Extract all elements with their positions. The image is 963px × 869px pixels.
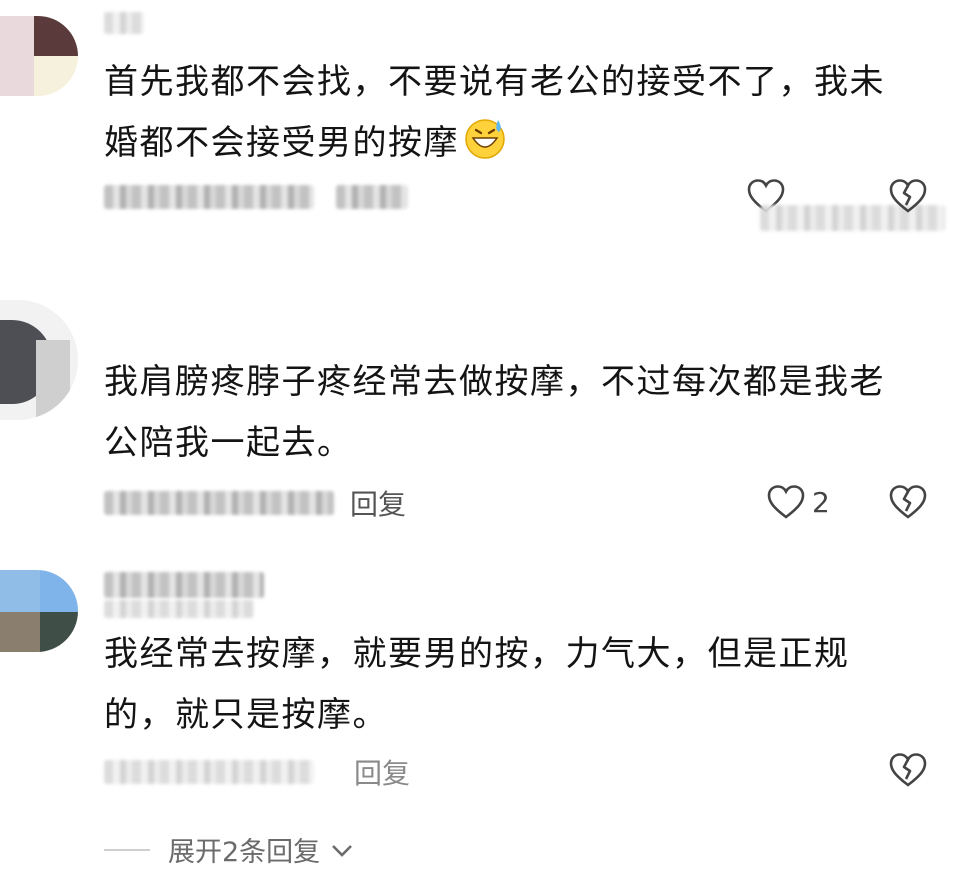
divider-line — [104, 848, 150, 851]
expand-replies-button[interactable]: 展开2条回复 — [104, 830, 356, 869]
broken-heart-icon — [889, 485, 927, 519]
dislike-button[interactable] — [888, 752, 928, 788]
comment-meta: 回复 — [104, 483, 406, 523]
avatar[interactable] — [0, 16, 78, 96]
reply-link[interactable]: 回复 — [354, 752, 410, 792]
reply-link[interactable] — [336, 185, 408, 209]
comment-text: 我经常去按摩，就要男的按，力气大，但是正规的，就只是按摩。 — [104, 634, 850, 735]
comment-text: 首先我都不会找，不要说有老公的接受不了，我未婚都不会接受男的按摩 — [104, 52, 919, 174]
grinning-sweat-face-icon — [463, 116, 507, 160]
expand-replies-label: 展开2条回复 — [168, 837, 321, 868]
username[interactable] — [104, 12, 144, 42]
comment-item: 我经常去按摩，就要男的按，力气大，但是正规的，就只是按摩。 回复 — [0, 562, 963, 802]
comment-text: 我肩膀疼脖子疼经常去做按摩，不过每次都是我老公陪我一起去。 — [104, 362, 885, 463]
reply-link[interactable]: 回复 — [350, 483, 406, 523]
chevron-down-icon — [332, 844, 353, 857]
avatar[interactable] — [0, 300, 78, 420]
comment-item: 首先我都不会找，不要说有老公的接受不了，我未婚都不会接受男的按摩 — [0, 0, 963, 260]
broken-heart-icon — [889, 753, 927, 787]
timestamp-location — [104, 760, 314, 784]
timestamp-location — [104, 491, 334, 515]
like-button[interactable]: 2 — [766, 484, 830, 520]
avatar[interactable] — [0, 570, 78, 652]
heart-outline-icon — [767, 485, 805, 519]
dislike-button[interactable] — [888, 178, 928, 214]
comment-item: 我肩膀疼脖子疼经常去做按摩，不过每次都是我老公陪我一起去。 回复 2 — [0, 290, 963, 540]
broken-heart-icon — [889, 179, 927, 213]
comment-meta — [104, 177, 408, 217]
timestamp-location — [104, 185, 314, 209]
like-count: 2 — [812, 485, 830, 519]
dislike-button[interactable] — [888, 484, 928, 520]
comment-meta: 回复 — [104, 752, 410, 792]
